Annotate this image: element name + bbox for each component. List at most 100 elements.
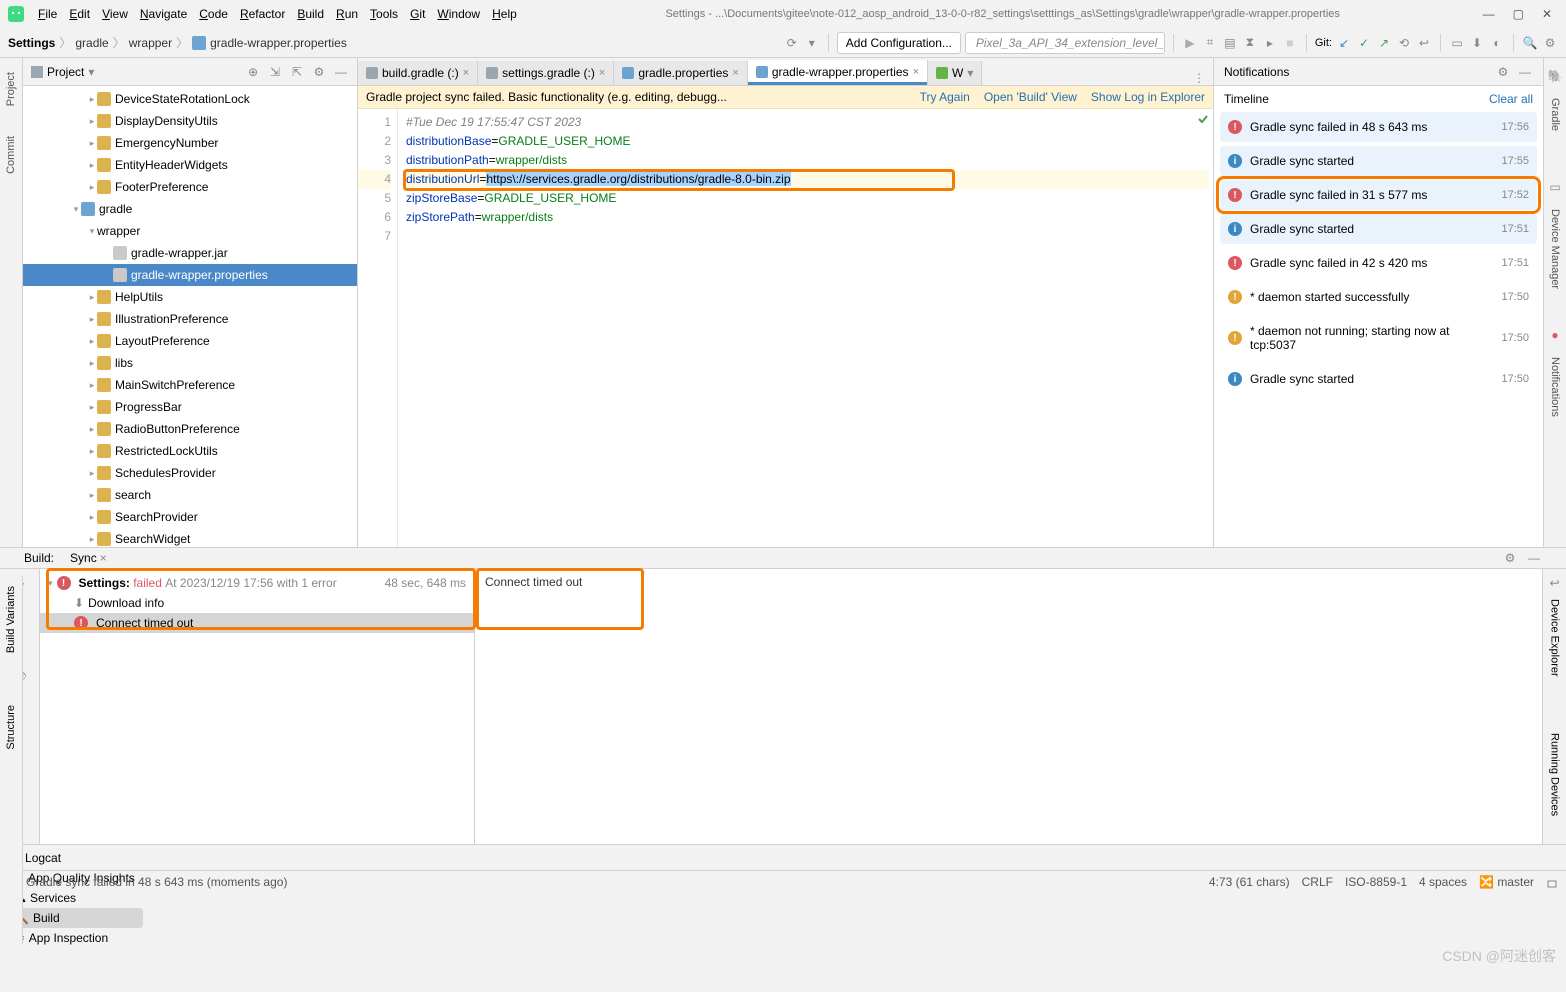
menu-navigate[interactable]: Navigate <box>134 7 193 21</box>
project-panel-title[interactable]: Project <box>47 65 84 79</box>
tree-folder[interactable]: ▸MainSwitchPreference <box>23 374 357 396</box>
code-body[interactable]: #Tue Dec 19 17:55:47 CST 2023distributio… <box>398 109 1213 547</box>
stop-icon[interactable]: ■ <box>1282 35 1298 51</box>
tree-file[interactable]: gradle-wrapper.properties <box>23 264 357 286</box>
build-error-item[interactable]: Connect timed out <box>96 616 193 630</box>
build-output[interactable]: Connect timed out <box>475 569 1542 844</box>
attach-icon[interactable]: ▸ <box>1262 35 1278 51</box>
tool-services[interactable]: ☁Services <box>6 888 143 908</box>
editor-tab[interactable]: gradle.properties× <box>614 61 748 85</box>
tab-notifications[interactable]: Notifications <box>1549 357 1561 417</box>
avd-icon[interactable]: ▭ <box>1449 35 1465 51</box>
softwrap-icon[interactable]: ↩ <box>1547 575 1563 591</box>
expand-icon[interactable]: ⇲ <box>267 64 283 80</box>
status-eol[interactable]: CRLF <box>1302 875 1333 889</box>
menu-view[interactable]: View <box>96 7 134 21</box>
tab-build-variants[interactable]: Build Variants <box>5 586 17 653</box>
tree-folder[interactable]: ▸HelpUtils <box>23 286 357 308</box>
notif-hide-icon[interactable]: — <box>1517 64 1533 80</box>
panel-hide-icon[interactable]: — <box>333 64 349 80</box>
tab-structure[interactable]: Structure <box>5 705 17 750</box>
select-target-icon[interactable]: ⊕ <box>245 64 261 80</box>
tree-folder[interactable]: ▸libs <box>23 352 357 374</box>
sdk-icon[interactable]: ⬇ <box>1469 35 1485 51</box>
status-lock-icon[interactable] <box>1546 876 1558 888</box>
add-configuration-button[interactable]: Add Configuration... <box>837 32 961 54</box>
gradle-icon[interactable]: 🐘 <box>1547 68 1563 84</box>
tree-folder[interactable]: ▸EntityHeaderWidgets <box>23 154 357 176</box>
git-update-icon[interactable]: ↙ <box>1336 35 1352 51</box>
notification-item[interactable]: !Gradle sync failed in 31 s 577 ms17:52 <box>1220 180 1537 210</box>
tab-running-devices[interactable]: Running Devices <box>1549 733 1561 816</box>
notification-item[interactable]: !* daemon not running; starting now at t… <box>1220 316 1537 360</box>
tree-folder[interactable]: ▸FooterPreference <box>23 176 357 198</box>
tree-folder[interactable]: ▸IllustrationPreference <box>23 308 357 330</box>
notif-settings-icon[interactable]: ⚙ <box>1495 64 1511 80</box>
breadcrumb-item[interactable]: gradle <box>75 36 108 50</box>
tree-folder[interactable]: ▾wrapper <box>23 220 357 242</box>
menu-refactor[interactable]: Refactor <box>234 7 291 21</box>
git-commit-icon[interactable]: ✓ <box>1356 35 1372 51</box>
build-settings-icon[interactable]: ⚙ <box>1502 550 1518 566</box>
project-tree[interactable]: ▸DeviceStateRotationLock▸DisplayDensityU… <box>23 86 357 547</box>
editor-tab[interactable]: settings.gradle (:)× <box>478 61 614 85</box>
tab-gradle[interactable]: Gradle <box>1549 98 1561 131</box>
tree-folder[interactable]: ▸LayoutPreference <box>23 330 357 352</box>
window-minimize-icon[interactable]: — <box>1483 7 1495 21</box>
notification-item[interactable]: iGradle sync started17:51 <box>1220 214 1537 244</box>
chevron-down-icon[interactable]: ▾ <box>804 35 820 51</box>
menu-git[interactable]: Git <box>404 7 431 21</box>
git-push-icon[interactable]: ↗ <box>1376 35 1392 51</box>
menu-window[interactable]: Window <box>431 7 486 21</box>
breadcrumb-file[interactable]: gradle-wrapper.properties <box>210 36 347 50</box>
build-hide-icon[interactable]: — <box>1526 550 1542 566</box>
notification-item[interactable]: iGradle sync started17:50 <box>1220 364 1537 394</box>
settings-icon[interactable]: ⚙ <box>1542 35 1558 51</box>
tree-folder[interactable]: ▸SchedulesProvider <box>23 462 357 484</box>
tab-device-explorer[interactable]: Device Explorer <box>1549 599 1561 677</box>
tool-logcat[interactable]: ≡Logcat <box>6 848 143 868</box>
build-tab-sync[interactable]: Sync× <box>64 549 113 567</box>
git-revert-icon[interactable]: ↩ <box>1416 35 1432 51</box>
status-indent[interactable]: 4 spaces <box>1419 875 1467 889</box>
menu-code[interactable]: Code <box>193 7 234 21</box>
notif-bell-icon[interactable]: ● <box>1547 327 1563 343</box>
panel-settings-icon[interactable]: ⚙ <box>311 64 327 80</box>
build-download-info[interactable]: Download info <box>88 596 164 610</box>
tree-folder[interactable]: ▸EmergencyNumber <box>23 132 357 154</box>
tree-folder[interactable]: ▸search <box>23 484 357 506</box>
tool-app-inspection[interactable]: ⚙App Inspection <box>6 928 143 948</box>
tree-folder[interactable]: ▸DisplayDensityUtils <box>23 110 357 132</box>
editor-tab[interactable]: build.gradle (:)× <box>358 61 478 85</box>
window-maximize-icon[interactable]: ▢ <box>1513 7 1524 21</box>
tab-project[interactable]: Project <box>5 72 17 106</box>
menu-help[interactable]: Help <box>486 7 523 21</box>
profiler-icon[interactable]: ⧗ <box>1242 35 1258 51</box>
tab-commit[interactable]: Commit <box>5 136 17 174</box>
tab-device-manager[interactable]: Device Manager <box>1549 209 1561 289</box>
breadcrumb-root[interactable]: Settings <box>8 36 55 50</box>
build-tree[interactable]: ▾ ! Settings: failed At 2023/12/19 17:56… <box>40 569 475 844</box>
search-icon[interactable]: 🔍 <box>1522 35 1538 51</box>
coverage-icon[interactable]: ▤ <box>1222 35 1238 51</box>
menu-run[interactable]: Run <box>330 7 364 21</box>
tree-folder[interactable]: ▸RadioButtonPreference <box>23 418 357 440</box>
collapse-icon[interactable]: ⇱ <box>289 64 305 80</box>
tree-folder[interactable]: ▸ProgressBar <box>23 396 357 418</box>
tree-file[interactable]: gradle-wrapper.jar <box>23 242 357 264</box>
banner-link[interactable]: Try Again <box>920 90 970 104</box>
clear-all-link[interactable]: Clear all <box>1489 92 1533 106</box>
banner-link[interactable]: Open 'Build' View <box>984 90 1077 104</box>
device-manager-icon[interactable]: ▭ <box>1547 179 1563 195</box>
resources-icon[interactable]: ◐ <box>1489 35 1505 51</box>
editor-tab[interactable]: gradle-wrapper.properties× <box>748 60 928 86</box>
menu-file[interactable]: File <box>32 7 63 21</box>
notification-item[interactable]: !Gradle sync failed in 48 s 643 ms17:56 <box>1220 112 1537 142</box>
run-icon[interactable]: ▶ <box>1182 35 1198 51</box>
git-history-icon[interactable]: ⟲ <box>1396 35 1412 51</box>
chevron-down-icon[interactable]: ▾ <box>88 65 94 79</box>
breadcrumb-item[interactable]: wrapper <box>129 36 172 50</box>
menu-edit[interactable]: Edit <box>63 7 96 21</box>
editor-tab[interactable]: W ▾ <box>928 61 982 85</box>
tree-folder[interactable]: ▸SearchWidget <box>23 528 357 547</box>
